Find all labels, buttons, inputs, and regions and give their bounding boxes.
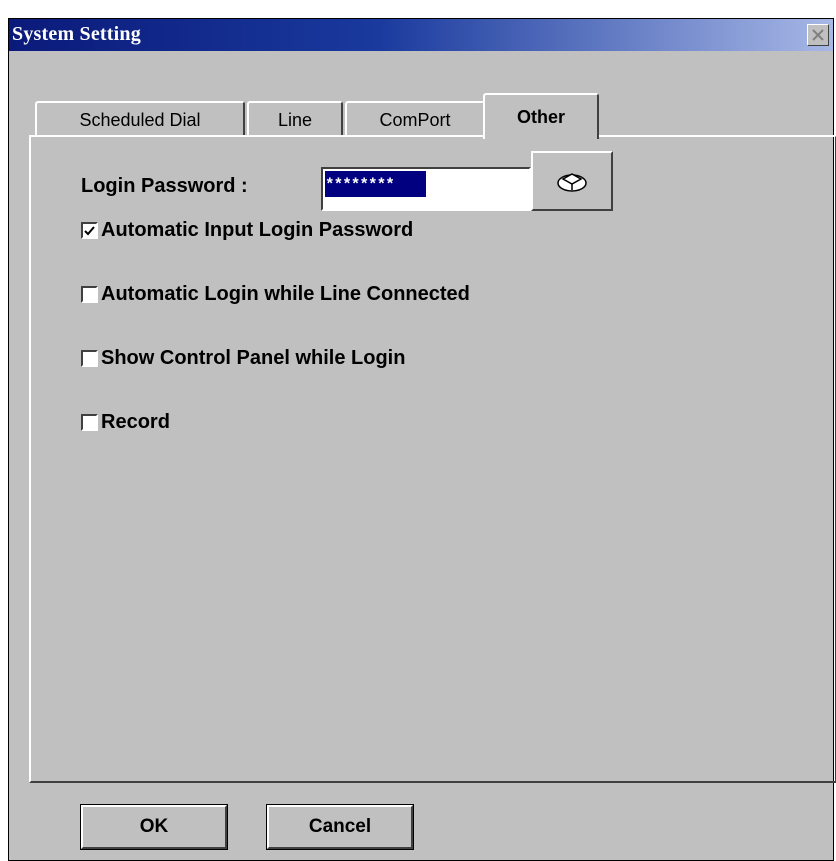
option-auto-login-connected[interactable]: Automatic Login while Line Connected [81, 283, 470, 306]
tab-strip: Scheduled Dial Line ComPort Other [9, 93, 833, 139]
tab-other[interactable]: Other [483, 93, 599, 139]
key-icon [557, 173, 587, 192]
option-auto-input-password[interactable]: Automatic Input Login Password [81, 219, 413, 242]
tab-line[interactable]: Line [247, 101, 343, 137]
option-label: Automatic Input Login Password [101, 219, 414, 241]
option-label: Record [101, 411, 170, 433]
login-password-field[interactable]: ******** [321, 167, 531, 211]
login-password-value: ******** [325, 171, 426, 197]
checkbox-record[interactable] [81, 414, 98, 431]
close-icon [812, 29, 824, 41]
close-button[interactable] [807, 24, 829, 46]
system-setting-dialog: System Setting Scheduled Dial Line ComPo… [8, 18, 836, 861]
checkbox-auto-login-connected[interactable] [81, 286, 98, 303]
title-bar[interactable]: System Setting [9, 19, 833, 51]
ok-button[interactable]: OK [80, 804, 228, 850]
tab-comport[interactable]: ComPort [345, 101, 485, 137]
check-mark-icon [84, 225, 95, 235]
option-label: Automatic Login while Line Connected [101, 283, 470, 305]
password-key-button[interactable] [531, 151, 613, 211]
checkbox-show-control-panel[interactable] [81, 350, 98, 367]
tab-scheduled-dial[interactable]: Scheduled Dial [35, 101, 245, 137]
cancel-button[interactable]: Cancel [266, 804, 414, 850]
login-password-label: Login Password : [81, 175, 248, 197]
window-title: System Setting [12, 23, 141, 45]
option-record[interactable]: Record [81, 411, 170, 434]
option-label: Show Control Panel while Login [101, 347, 406, 369]
option-show-control-panel[interactable]: Show Control Panel while Login [81, 347, 405, 370]
checkbox-auto-input-password[interactable] [81, 222, 98, 239]
